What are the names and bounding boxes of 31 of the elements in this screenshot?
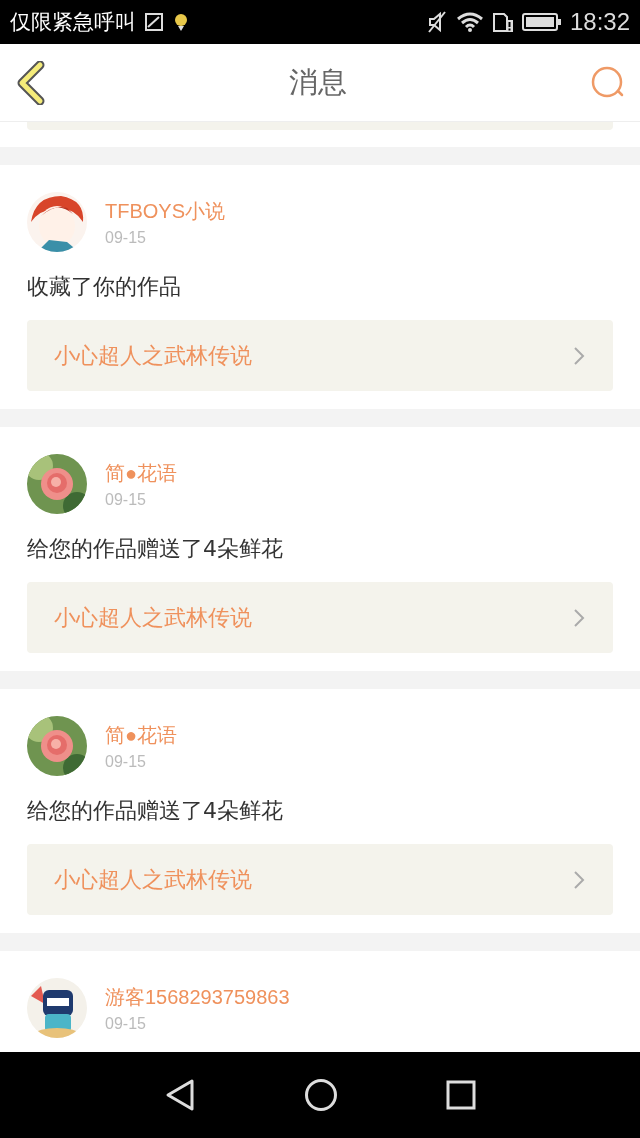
book-link[interactable]: 小心超人之武林传说 [27,320,613,391]
user-name[interactable]: 简●花语 [105,721,178,749]
carrier-text: 仅限紧急呼叫 [10,9,136,36]
battery-icon [521,12,562,32]
back-icon[interactable] [164,1078,196,1112]
book-link[interactable]: 小心超人之武林传说 [27,844,613,915]
message-text: 收藏了你的作品 [27,273,182,301]
message-date: 09-15 [105,228,147,247]
bulb-icon [172,12,190,32]
wifi-icon [455,11,484,33]
image-icon [144,12,164,32]
book-link[interactable]: 小心超人之武林传说 [27,582,613,653]
user-name[interactable]: 游客1568293759863 [105,983,290,1011]
back-icon [16,60,46,105]
chevron-right-icon [573,345,585,366]
chevron-right-icon [573,869,585,890]
recents-icon[interactable] [446,1080,476,1110]
user-name[interactable]: 简●花语 [105,459,178,487]
message-text: 给您的作品赠送了4朵鲜花 [27,535,284,563]
page-title: 消息 [289,63,347,101]
home-icon[interactable] [304,1078,338,1112]
chevron-right-icon [573,607,585,628]
message-date: 09-15 [105,1014,147,1033]
back-button[interactable] [16,60,46,105]
message-text: 给您的作品赠送了4朵鲜花 [27,797,284,825]
user-name[interactable]: TFBOYS小说 [105,197,225,225]
message-date: 09-15 [105,752,147,771]
clock-text: 18:32 [569,8,630,36]
sim-alert-icon [491,11,514,33]
message-date: 09-15 [105,490,147,509]
mute-icon [425,10,448,34]
